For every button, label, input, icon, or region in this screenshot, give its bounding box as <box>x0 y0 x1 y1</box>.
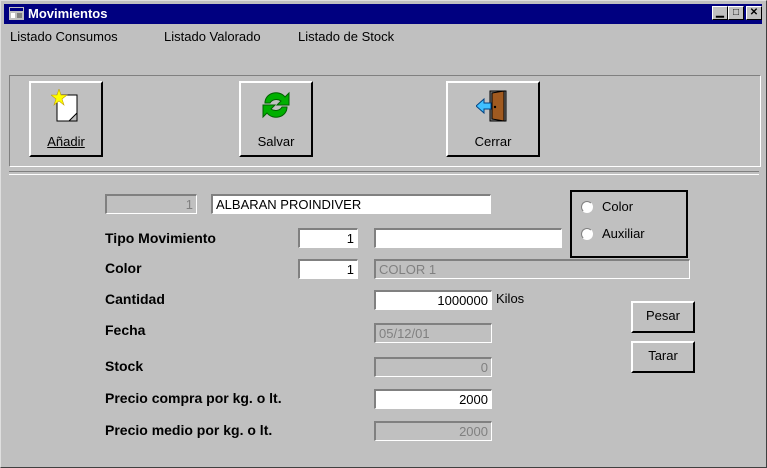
menu-listado-valorado[interactable]: Listado Valorado <box>164 29 261 44</box>
tarar-button[interactable]: Tarar <box>631 341 695 373</box>
stock-label: Stock <box>105 358 144 374</box>
menu-listado-consumos[interactable]: Listado Consumos <box>10 29 118 44</box>
cantidad-label: Cantidad <box>105 291 165 307</box>
tipo-movimiento-label: Tipo Movimiento <box>105 230 216 246</box>
title-bar[interactable]: Movimientos ▁ □ ✕ <box>4 4 762 24</box>
fecha-label: Fecha <box>105 322 146 338</box>
pesar-button[interactable]: Pesar <box>631 301 695 333</box>
maximize-button[interactable]: □ <box>728 6 744 20</box>
precio-medio-label: Precio medio por kg. o lt. <box>105 422 273 438</box>
menu-bar: Listado Consumos Listado Valorado Listad… <box>4 25 762 47</box>
menu-listado-stock[interactable]: Listado de Stock <box>298 29 394 44</box>
tipo-movimiento-code-field[interactable]: 1 <box>298 228 358 248</box>
type-radio-group: Color Auxiliar <box>570 190 688 258</box>
precio-compra-label: Precio compra por kg. o lt. <box>105 390 282 406</box>
radio-auxiliar-label: Auxiliar <box>602 226 645 241</box>
add-button-label: Añadir <box>47 134 85 149</box>
tipo-movimiento-desc-field[interactable] <box>374 228 562 248</box>
movement-code-field[interactable]: 1 <box>105 194 197 214</box>
stock-field[interactable]: 0 <box>374 357 492 377</box>
app-icon <box>9 7 24 20</box>
precio-compra-field[interactable]: 2000 <box>374 389 492 409</box>
toolbar-separator <box>9 171 759 175</box>
movimientos-window: Movimientos ▁ □ ✕ Listado Consumos Lista… <box>0 0 767 468</box>
close-window-button[interactable]: ✕ <box>746 6 762 20</box>
new-document-icon <box>51 89 78 122</box>
exit-door-icon <box>476 90 507 122</box>
toolbar: Añadir Salvar Cerrar <box>9 75 761 167</box>
radio-auxiliar[interactable] <box>581 228 593 240</box>
close-button-label: Cerrar <box>474 134 512 149</box>
movement-description-field[interactable]: ALBARAN PROINDIVER <box>211 194 491 214</box>
close-button[interactable]: Cerrar <box>446 81 540 157</box>
color-code-field[interactable]: 1 <box>298 259 358 279</box>
radio-color-label: Color <box>602 199 634 214</box>
refresh-arrows-icon <box>262 91 290 119</box>
save-button[interactable]: Salvar <box>239 81 313 157</box>
minimize-icon: ▁ <box>716 7 724 18</box>
color-desc-field[interactable]: COLOR 1 <box>374 259 690 279</box>
close-icon: ✕ <box>749 7 759 18</box>
cantidad-field[interactable]: 1000000 <box>374 290 492 310</box>
cantidad-unit: Kilos <box>496 291 525 306</box>
minimize-button[interactable]: ▁ <box>712 6 728 20</box>
maximize-icon: □ <box>732 7 740 18</box>
color-label: Color <box>105 260 142 276</box>
add-button[interactable]: Añadir <box>29 81 103 157</box>
fecha-field[interactable]: 05/12/01 <box>374 323 492 343</box>
toolbar-frame <box>9 75 761 167</box>
radio-color[interactable] <box>581 201 593 213</box>
precio-medio-field[interactable]: 2000 <box>374 421 492 441</box>
save-button-label: Salvar <box>257 134 295 149</box>
window-title: Movimientos <box>28 6 108 21</box>
